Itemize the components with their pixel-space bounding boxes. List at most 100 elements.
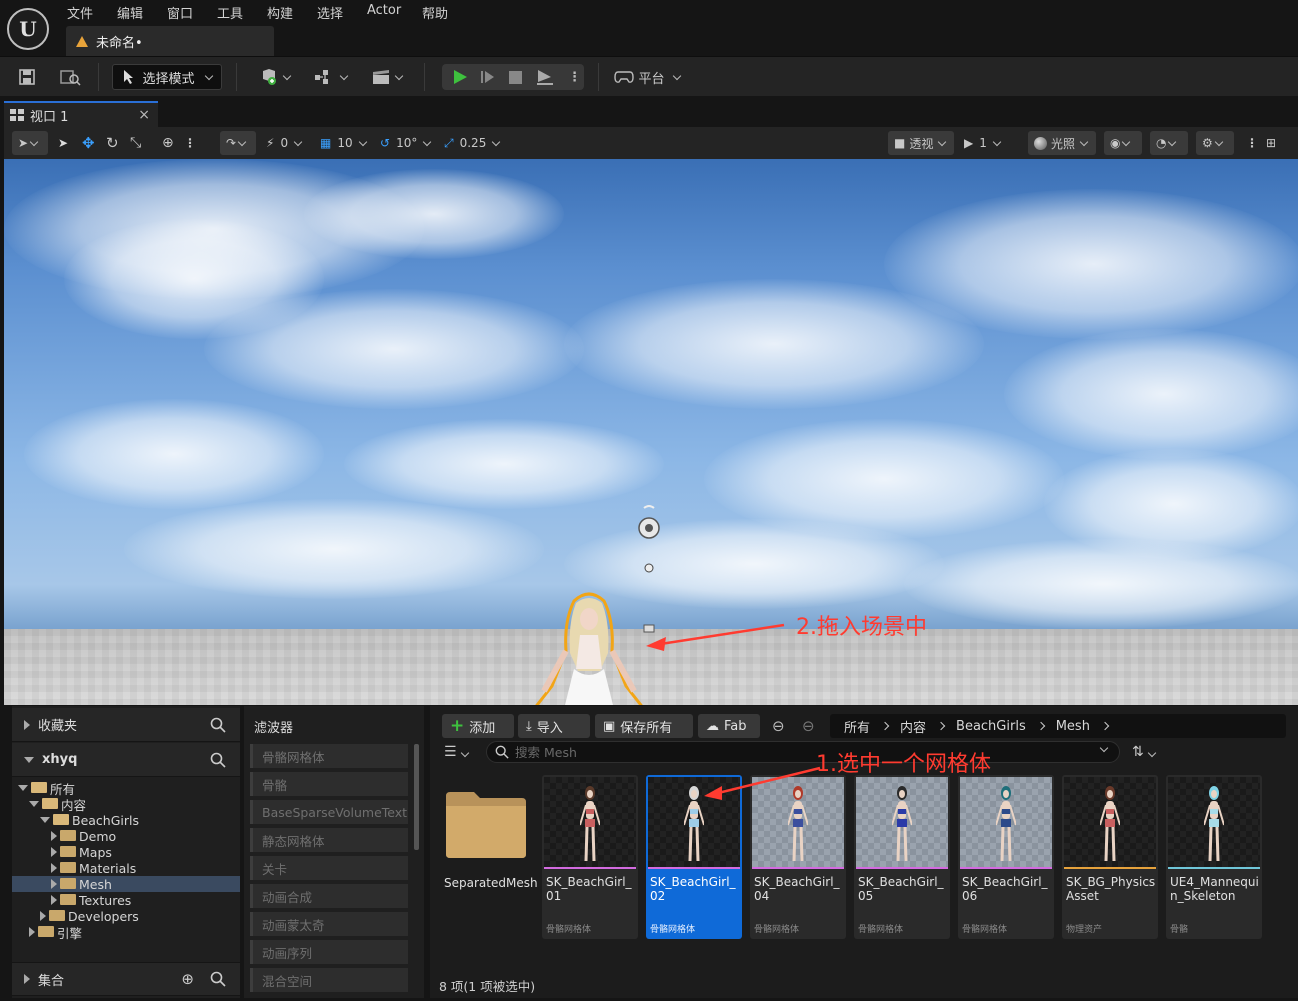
expand-arrow-icon[interactable] — [29, 927, 35, 937]
breadcrumb-content[interactable]: 内容 — [900, 717, 926, 736]
breadcrumb-mesh[interactable]: Mesh — [1056, 719, 1090, 734]
performance-dropdown[interactable]: ◔ — [1150, 131, 1188, 155]
filter-item[interactable]: 动画序列 — [250, 940, 408, 964]
expand-arrow-icon[interactable] — [51, 879, 57, 889]
save-icon[interactable] — [14, 64, 40, 90]
menu-select[interactable]: 选择 — [317, 3, 343, 22]
menu-actor[interactable]: Actor — [367, 3, 401, 18]
search-icon[interactable] — [210, 752, 226, 768]
asset-search-input[interactable] — [515, 744, 1085, 760]
filter-item[interactable]: 静态网格体 — [250, 828, 408, 852]
selection-mode-dropdown[interactable]: 选择模式 — [112, 64, 222, 90]
menu-build[interactable]: 构建 — [267, 3, 293, 22]
stop-icon[interactable] — [506, 68, 526, 86]
collapse-arrow-icon[interactable] — [18, 785, 28, 791]
eject-icon[interactable] — [534, 68, 556, 86]
filter-item[interactable]: 混合空间 — [250, 968, 408, 992]
filter-item[interactable]: 骨骼 — [250, 772, 408, 796]
asset-tile[interactable]: UE4_Mannequin_Skeleton 骨骼 — [1166, 775, 1262, 939]
browse-content-icon[interactable] — [56, 64, 84, 90]
scale-tool-icon[interactable]: ⤡ — [130, 131, 141, 155]
viewport-layout-icon[interactable]: ⊞ — [1266, 131, 1276, 155]
tree-item-maps[interactable]: Maps — [12, 844, 240, 860]
surface-snap-dropdown[interactable]: ↷ — [220, 131, 256, 155]
save-all-button[interactable]: ▣ 保存所有 — [595, 714, 693, 738]
collections-section[interactable]: 集合 ⊕ — [12, 962, 240, 996]
filter-item[interactable]: 动画合成 — [250, 884, 408, 908]
project-section[interactable]: xhyq — [12, 743, 240, 777]
expand-arrow-icon[interactable] — [51, 895, 57, 905]
angle-snap-control[interactable]: ↺ 10° — [380, 131, 432, 155]
back-arrow-icon[interactable]: ⊖ — [772, 717, 785, 735]
favorites-section[interactable]: 收藏夹 — [12, 708, 240, 742]
level-viewport[interactable]: 2.拖入场景中 — [4, 159, 1298, 705]
tree-item-所有[interactable]: 所有 — [12, 780, 240, 797]
transform-options-icon[interactable]: ⋮ — [184, 131, 196, 155]
filter-funnel-icon[interactable]: ☰ — [444, 744, 469, 760]
asset-tile[interactable]: SK_BG_PhysicsAsset 物理资产 — [1062, 775, 1158, 939]
asset-tile[interactable]: SK_BeachGirl_05 骨骼网格体 — [854, 775, 950, 939]
collapse-arrow-icon[interactable] — [29, 801, 39, 807]
world-space-icon[interactable]: ⊕ — [162, 131, 174, 155]
forward-arrow-icon[interactable]: ⊖ — [802, 717, 815, 735]
select-tool-dropdown[interactable]: ➤ — [12, 131, 48, 155]
blueprint-button[interactable] — [310, 64, 350, 90]
filter-item[interactable]: BaseSparseVolumeText — [250, 800, 408, 824]
breadcrumb-all[interactable]: 所有 — [844, 717, 870, 736]
fab-button[interactable]: ☁ Fab — [698, 714, 760, 738]
add-button[interactable]: + 添加 — [442, 714, 514, 738]
asset-tile[interactable]: SK_BeachGirl_01 骨骼网格体 — [542, 775, 638, 939]
breadcrumb-beachgirls[interactable]: BeachGirls — [956, 719, 1026, 734]
viewport-options-icon[interactable]: ⋮ — [1246, 131, 1258, 155]
grid-snap-control[interactable]: ▦ 10 — [320, 131, 367, 155]
menu-file[interactable]: 文件 — [67, 3, 93, 22]
cinematics-button[interactable] — [366, 64, 406, 90]
close-icon[interactable]: × — [138, 107, 150, 123]
add-actor-button[interactable] — [254, 64, 294, 90]
menu-edit[interactable]: 编辑 — [117, 3, 143, 22]
menu-tools[interactable]: 工具 — [217, 3, 243, 22]
move-tool-icon[interactable]: ✥ — [82, 131, 95, 155]
filter-item[interactable]: 关卡 — [250, 856, 408, 880]
asset-tile[interactable]: SK_BeachGirl_06 骨骼网格体 — [958, 775, 1054, 939]
platform-dropdown[interactable]: 平台 — [612, 64, 682, 90]
search-dropdown-icon[interactable] — [1099, 743, 1109, 753]
filter-item[interactable]: 动画蒙太奇 — [250, 912, 408, 936]
show-flags-dropdown[interactable]: ◉ — [1104, 131, 1142, 155]
tree-item-引擎[interactable]: 引擎 — [12, 924, 240, 941]
select-arrow-icon[interactable]: ➤ — [58, 131, 68, 155]
player-start-icon[interactable] — [634, 504, 664, 554]
tree-item-developers[interactable]: Developers — [12, 908, 240, 924]
add-collection-icon[interactable]: ⊕ — [181, 970, 194, 988]
menu-help[interactable]: 帮助 — [422, 3, 448, 22]
sort-icon[interactable]: ⇅ — [1132, 744, 1156, 760]
tree-item-beachgirls[interactable]: BeachGirls — [12, 812, 240, 828]
lighting-dropdown[interactable]: 光照 — [1028, 131, 1096, 155]
expand-arrow-icon[interactable] — [51, 831, 57, 841]
import-button[interactable]: ⤓ 导入 — [518, 714, 590, 738]
search-icon[interactable] — [210, 717, 226, 733]
viewport-settings-dropdown[interactable]: ⚙ — [1196, 131, 1234, 155]
asset-search-box[interactable] — [486, 741, 1120, 763]
step-icon[interactable] — [478, 68, 498, 86]
viewport-tab[interactable]: 视口 1 × — [4, 101, 158, 127]
filters-scrollbar[interactable] — [414, 744, 419, 850]
expand-arrow-icon[interactable] — [40, 911, 46, 921]
menu-window[interactable]: 窗口 — [167, 3, 193, 22]
expand-arrow-icon[interactable] — [51, 863, 57, 873]
sky-light-icon[interactable] — [642, 561, 656, 577]
selected-character-mesh[interactable] — [514, 591, 664, 705]
camera-speed-dropdown[interactable]: ▶ 1 — [964, 131, 1002, 155]
scale-snap-control[interactable]: ⤢ 0.25 — [444, 131, 501, 155]
expand-arrow-icon[interactable] — [51, 847, 57, 857]
search-icon[interactable] — [210, 971, 226, 987]
tree-item-materials[interactable]: Materials — [12, 860, 240, 876]
tree-item-demo[interactable]: Demo — [12, 828, 240, 844]
tree-item-textures[interactable]: Textures — [12, 892, 240, 908]
tree-item-内容[interactable]: 内容 — [12, 796, 240, 813]
tree-item-mesh[interactable]: Mesh — [12, 876, 240, 892]
level-document-tab[interactable]: 未命名• — [66, 26, 274, 56]
rotation-snap-control[interactable]: ⚡ 0 — [266, 131, 303, 155]
view-mode-dropdown[interactable]: ■ 透视 — [888, 131, 954, 155]
play-icon[interactable] — [450, 68, 470, 86]
